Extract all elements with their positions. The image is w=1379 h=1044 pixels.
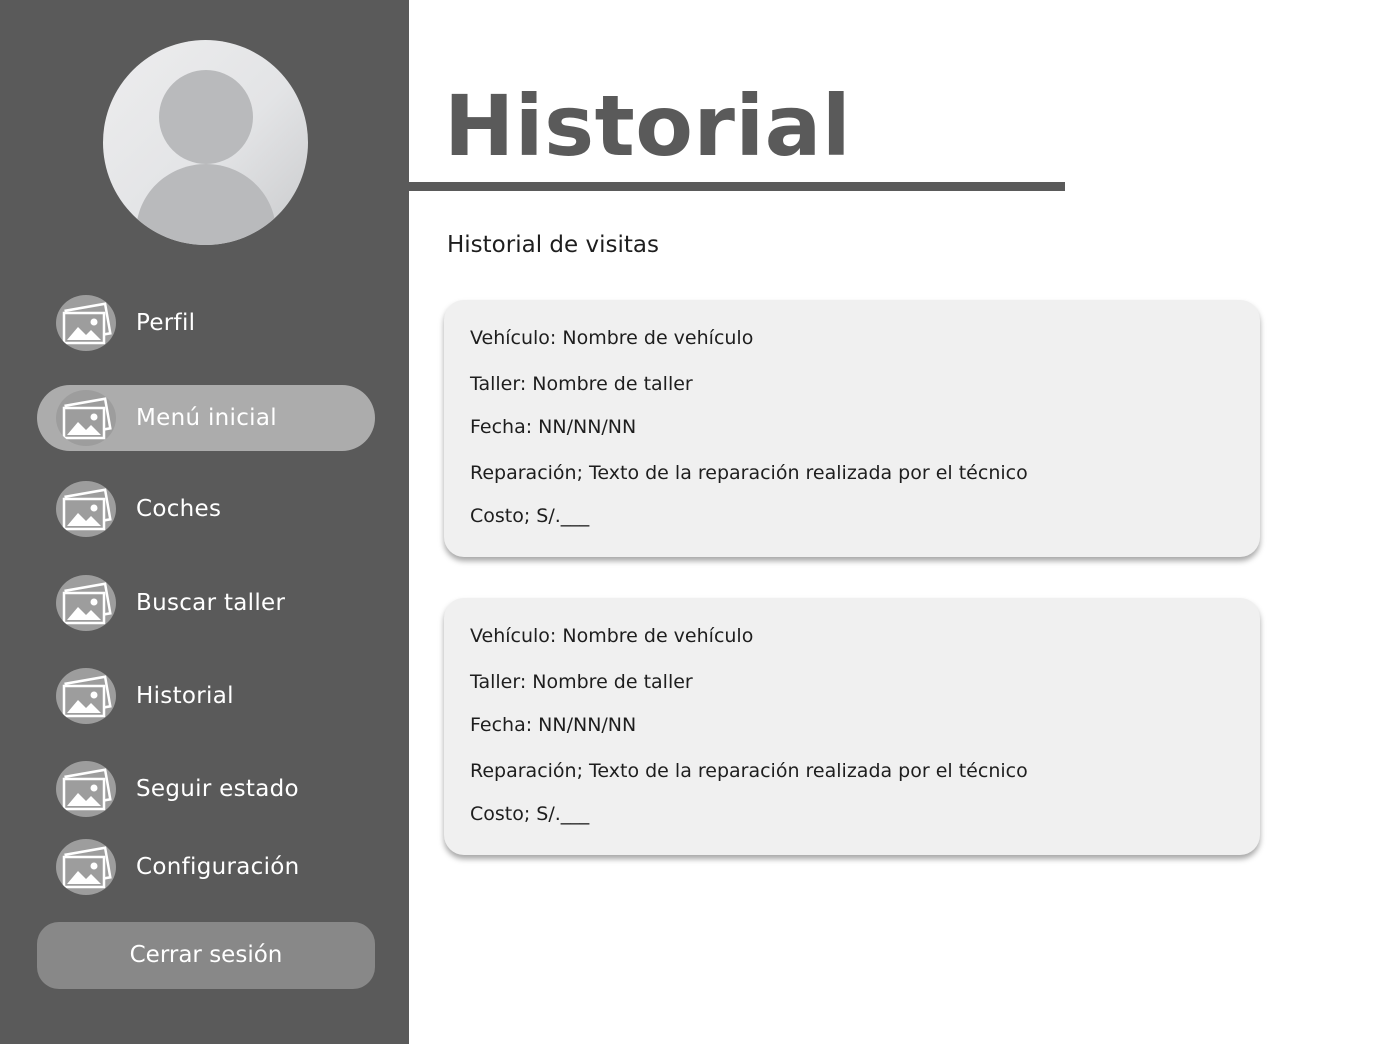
sidebar-item-configuracion[interactable]: Configuración xyxy=(37,834,375,900)
sidebar-item-seguir-estado[interactable]: Seguir estado xyxy=(37,756,375,822)
image-icon xyxy=(56,761,116,817)
visit-vehicle: Vehículo: Nombre de vehículo xyxy=(470,327,754,349)
image-icon xyxy=(56,668,116,724)
sidebar-item-label: Menú inicial xyxy=(136,405,277,431)
image-icon xyxy=(56,390,116,446)
title-underline xyxy=(409,182,1065,191)
user-silhouette-icon xyxy=(136,70,276,245)
visit-date: Fecha: NN/NN/NN xyxy=(470,714,637,736)
visit-vehicle: Vehículo: Nombre de vehículo xyxy=(470,625,754,647)
sidebar-item-buscar-taller[interactable]: Buscar taller xyxy=(37,570,375,636)
sidebar-item-label: Seguir estado xyxy=(136,776,299,802)
sidebar-item-label: Perfil xyxy=(136,310,196,336)
sidebar-item-label: Buscar taller xyxy=(136,590,286,616)
visit-cost: Costo; S/.___ xyxy=(470,803,590,825)
visit-repair: Reparación; Texto de la reparación reali… xyxy=(470,760,1028,782)
section-subtitle: Historial de visitas xyxy=(447,232,659,258)
logout-button[interactable]: Cerrar sesión xyxy=(37,922,375,989)
visit-workshop: Taller: Nombre de taller xyxy=(470,671,693,693)
sidebar-item-label: Configuración xyxy=(136,854,300,880)
sidebar-item-historial[interactable]: Historial xyxy=(37,663,375,729)
visit-repair: Reparación; Texto de la reparación reali… xyxy=(470,462,1028,484)
visit-cost: Costo; S/.___ xyxy=(470,505,590,527)
avatar xyxy=(103,40,308,245)
sidebar: Perfil Menú inicial Coches Buscar taller… xyxy=(0,0,409,1044)
sidebar-item-label: Coches xyxy=(136,496,222,522)
image-icon xyxy=(56,481,116,537)
visit-date: Fecha: NN/NN/NN xyxy=(470,416,637,438)
page-title: Historial xyxy=(444,77,852,175)
sidebar-item-coches[interactable]: Coches xyxy=(37,476,375,542)
image-icon xyxy=(56,575,116,631)
visit-card: Vehículo: Nombre de vehículo Taller: Nom… xyxy=(444,300,1260,557)
sidebar-item-menu-inicial[interactable]: Menú inicial xyxy=(37,385,375,451)
sidebar-item-label: Historial xyxy=(136,683,234,709)
sidebar-item-perfil[interactable]: Perfil xyxy=(37,290,375,356)
visit-card: Vehículo: Nombre de vehículo Taller: Nom… xyxy=(444,598,1260,855)
image-icon xyxy=(56,295,116,351)
image-icon xyxy=(56,839,116,895)
visit-workshop: Taller: Nombre de taller xyxy=(470,373,693,395)
